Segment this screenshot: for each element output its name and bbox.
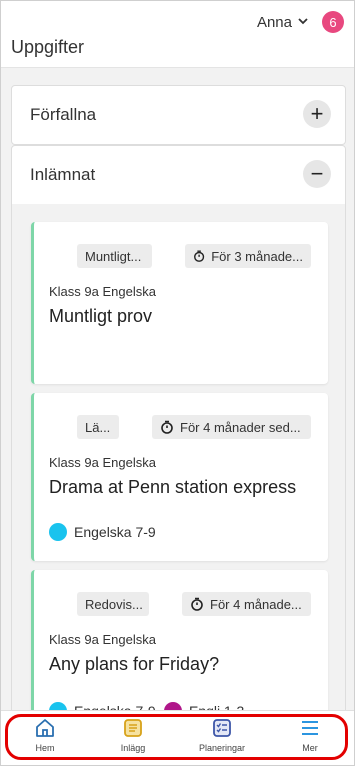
time-tag: För 3 månade... [185,244,311,268]
nav-label-home: Hem [35,743,55,753]
nav-item-planning[interactable]: Planeringar [187,717,257,753]
time-tag: För 4 månader sed... [152,415,311,439]
timer-icon [194,250,205,262]
chevron-down-icon [298,17,308,28]
course-name: Klass 9a Engelska [49,455,156,470]
assignment-card[interactable]: Redovis... För 4 månade... Klass 9a Enge… [31,570,328,720]
header: Anna 6 Uppgifter [1,1,354,68]
nav-item-more[interactable]: Mer [275,717,345,753]
time-label: För 4 månader sed... [180,419,301,435]
app-frame: Anna 6 Uppgifter Förfallna + Inlämnat − … [0,0,355,766]
nav-label-posts: Inlägg [120,743,146,753]
assignment-type-tag: Muntligt... [77,244,152,268]
section-overdue[interactable]: Förfallna + [11,85,346,145]
course-name: Klass 9a Engelska [49,632,156,647]
timer-icon [191,597,203,611]
notification-badge[interactable]: 6 [322,11,344,33]
assignment-title: Any plans for Friday? [49,654,220,674]
assignment-card[interactable]: Muntligt... För 3 månade... Klass 9a Eng… [31,222,328,384]
time-label: För 4 månade... [210,596,302,612]
planning-icon [213,719,231,737]
posts-icon [124,719,142,737]
home-icon [36,719,54,737]
course-name: Klass 9a Engelska [49,284,156,299]
section-overdue-label: Förfallna [30,105,97,124]
user-name: Anna [256,13,292,31]
assignment-type-tag: Lä... [77,415,119,439]
nav-label-more: Mer [302,743,318,753]
subject-chip: Engelska 7-9 [49,523,156,541]
section-submitted-label: Inlämnat [30,165,96,184]
assignment-type-tag: Redovis... [77,592,149,616]
nav-item-home[interactable]: Hem [10,717,80,753]
submitted-list: Muntligt... För 3 månade... Klass 9a Eng… [11,204,346,720]
assignment-title: Muntligt prov [49,306,153,326]
time-tag: För 4 månade... [182,592,311,616]
collapse-icon[interactable]: − [303,160,331,188]
nav-item-posts[interactable]: Inlägg [98,717,168,753]
assignment-card[interactable]: Lä... För 4 månader sed... Klass 9a Enge… [31,393,328,561]
assignment-title: Drama at Penn station express [49,477,297,497]
expand-icon[interactable]: + [303,100,331,128]
subject-label: Engelska 7-9 [74,524,156,540]
user-menu[interactable]: Anna 6 [257,11,344,33]
nav-label-planning: Planeringar [198,743,246,753]
subject-color-dot [49,523,67,541]
page-title: Uppgifter [11,37,85,57]
menu-icon [302,721,318,735]
bottom-navigation: Hem Inlägg Planeringar Mer [1,710,354,765]
timer-icon [161,420,173,434]
time-label: För 3 månade... [211,248,303,264]
section-submitted[interactable]: Inlämnat − [11,145,346,205]
